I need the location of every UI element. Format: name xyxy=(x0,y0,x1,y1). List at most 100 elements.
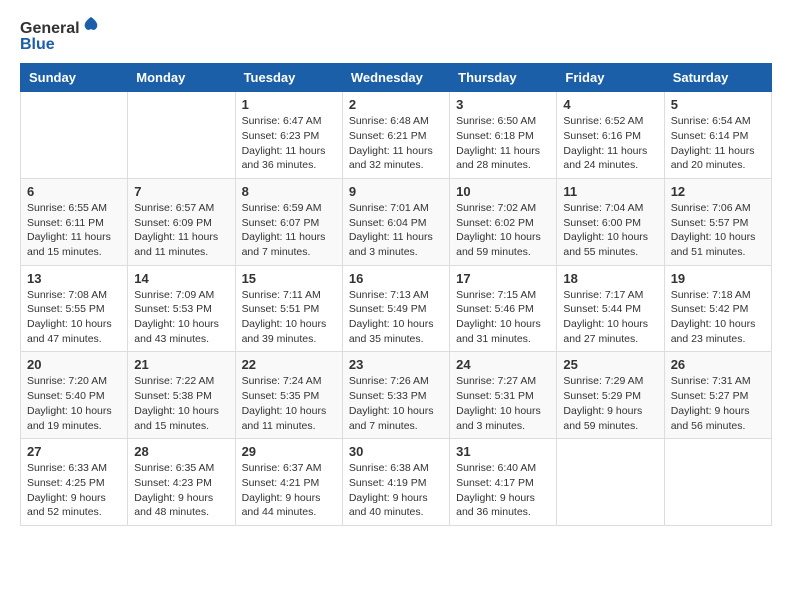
day-details: Sunrise: 6:50 AM Sunset: 6:18 PM Dayligh… xyxy=(456,114,550,173)
day-details: Sunrise: 7:04 AM Sunset: 6:00 PM Dayligh… xyxy=(563,201,657,260)
day-details: Sunrise: 6:59 AM Sunset: 6:07 PM Dayligh… xyxy=(242,201,336,260)
calendar-cell: 13 Sunrise: 7:08 AM Sunset: 5:55 PM Dayli… xyxy=(21,265,128,352)
day-number: 17 xyxy=(456,271,550,286)
day-number: 24 xyxy=(456,357,550,372)
calendar-cell: 8 Sunrise: 6:59 AM Sunset: 6:07 PM Daylig… xyxy=(235,178,342,265)
day-details: Sunrise: 7:09 AM Sunset: 5:53 PM Dayligh… xyxy=(134,288,228,347)
calendar-cell: 14 Sunrise: 7:09 AM Sunset: 5:53 PM Dayli… xyxy=(128,265,235,352)
calendar-cell: 27 Sunrise: 6:33 AM Sunset: 4:25 PM Dayli… xyxy=(21,439,128,526)
calendar-cell: 22 Sunrise: 7:24 AM Sunset: 5:35 PM Dayli… xyxy=(235,352,342,439)
day-number: 15 xyxy=(242,271,336,286)
calendar-cell: 30Sunrise: 6:38 AM Sunset: 4:19 PM Dayli… xyxy=(342,439,449,526)
calendar-cell: 6Sunrise: 6:55 AM Sunset: 6:11 PM Daylig… xyxy=(21,178,128,265)
calendar-cell: 21Sunrise: 7:22 AM Sunset: 5:38 PM Dayli… xyxy=(128,352,235,439)
calendar-cell: 3 Sunrise: 6:50 AM Sunset: 6:18 PM Daylig… xyxy=(450,92,557,179)
day-number: 1 xyxy=(242,97,336,112)
calendar-cell: 7 Sunrise: 6:57 AM Sunset: 6:09 PM Daylig… xyxy=(128,178,235,265)
calendar-cell: 24 Sunrise: 7:27 AM Sunset: 5:31 PM Dayli… xyxy=(450,352,557,439)
weekday-header-row: SundayMondayTuesdayWednesdayThursdayFrid… xyxy=(21,64,772,92)
calendar-cell: 16 Sunrise: 7:13 AM Sunset: 5:49 PM Dayli… xyxy=(342,265,449,352)
day-number: 10 xyxy=(456,184,550,199)
calendar-cell: 2 Sunrise: 6:48 AM Sunset: 6:21 PM Daylig… xyxy=(342,92,449,179)
day-details: Sunrise: 6:54 AM Sunset: 6:14 PM Dayligh… xyxy=(671,114,765,173)
weekday-header-tuesday: Tuesday xyxy=(235,64,342,92)
day-details: Sunrise: 6:33 AM Sunset: 4:25 PM Dayligh… xyxy=(27,461,121,520)
day-details: Sunrise: 7:29 AM Sunset: 5:29 PM Dayligh… xyxy=(563,374,657,433)
day-number: 14 xyxy=(134,271,228,286)
day-details: Sunrise: 7:15 AM Sunset: 5:46 PM Dayligh… xyxy=(456,288,550,347)
day-number: 31 xyxy=(456,444,550,459)
calendar-cell: 4 Sunrise: 6:52 AM Sunset: 6:16 PM Daylig… xyxy=(557,92,664,179)
day-details: Sunrise: 6:47 AM Sunset: 6:23 PM Dayligh… xyxy=(242,114,336,173)
day-details: Sunrise: 7:08 AM Sunset: 5:55 PM Dayligh… xyxy=(27,288,121,347)
calendar-cell: 18 Sunrise: 7:17 AM Sunset: 5:44 PM Dayli… xyxy=(557,265,664,352)
day-details: Sunrise: 7:06 AM Sunset: 5:57 PM Dayligh… xyxy=(671,201,765,260)
calendar-cell xyxy=(557,439,664,526)
day-number: 3 xyxy=(456,97,550,112)
day-details: Sunrise: 7:27 AM Sunset: 5:31 PM Dayligh… xyxy=(456,374,550,433)
day-number: 20 xyxy=(27,357,121,372)
calendar-cell xyxy=(21,92,128,179)
day-number: 8 xyxy=(242,184,336,199)
logo-bird-icon xyxy=(82,16,100,34)
day-number: 13 xyxy=(27,271,121,286)
calendar-cell xyxy=(128,92,235,179)
day-details: Sunrise: 7:17 AM Sunset: 5:44 PM Dayligh… xyxy=(563,288,657,347)
logo: General Blue xyxy=(20,20,100,53)
day-details: Sunrise: 6:57 AM Sunset: 6:09 PM Dayligh… xyxy=(134,201,228,260)
calendar-week-5: 27 Sunrise: 6:33 AM Sunset: 4:25 PM Dayli… xyxy=(21,439,772,526)
calendar-table: SundayMondayTuesdayWednesdayThursdayFrid… xyxy=(20,63,772,526)
day-number: 6 xyxy=(27,184,121,199)
day-details: Sunrise: 6:52 AM Sunset: 6:16 PM Dayligh… xyxy=(563,114,657,173)
calendar-cell: 5 Sunrise: 6:54 AM Sunset: 6:14 PM Daylig… xyxy=(664,92,771,179)
calendar-week-3: 13 Sunrise: 7:08 AM Sunset: 5:55 PM Dayli… xyxy=(21,265,772,352)
day-details: Sunrise: 7:13 AM Sunset: 5:49 PM Dayligh… xyxy=(349,288,443,347)
day-details: Sunrise: 7:31 AM Sunset: 5:27 PM Dayligh… xyxy=(671,374,765,433)
day-details: Sunrise: 7:02 AM Sunset: 6:02 PM Dayligh… xyxy=(456,201,550,260)
day-number: 7 xyxy=(134,184,228,199)
day-details: Sunrise: 7:11 AM Sunset: 5:51 PM Dayligh… xyxy=(242,288,336,347)
day-number: 28 xyxy=(134,444,228,459)
day-number: 5 xyxy=(671,97,765,112)
day-details: Sunrise: 7:24 AM Sunset: 5:35 PM Dayligh… xyxy=(242,374,336,433)
day-details: Sunrise: 6:48 AM Sunset: 6:21 PM Dayligh… xyxy=(349,114,443,173)
calendar-week-2: 6Sunrise: 6:55 AM Sunset: 6:11 PM Daylig… xyxy=(21,178,772,265)
weekday-header-sunday: Sunday xyxy=(21,64,128,92)
day-number: 16 xyxy=(349,271,443,286)
calendar-cell: 28 Sunrise: 6:35 AM Sunset: 4:23 PM Dayli… xyxy=(128,439,235,526)
day-details: Sunrise: 6:35 AM Sunset: 4:23 PM Dayligh… xyxy=(134,461,228,520)
day-number: 27 xyxy=(27,444,121,459)
weekday-header-saturday: Saturday xyxy=(664,64,771,92)
day-details: Sunrise: 6:37 AM Sunset: 4:21 PM Dayligh… xyxy=(242,461,336,520)
weekday-header-monday: Monday xyxy=(128,64,235,92)
day-number: 2 xyxy=(349,97,443,112)
calendar-cell xyxy=(664,439,771,526)
weekday-header-friday: Friday xyxy=(557,64,664,92)
day-number: 25 xyxy=(563,357,657,372)
calendar-cell: 12Sunrise: 7:06 AM Sunset: 5:57 PM Dayli… xyxy=(664,178,771,265)
header: General Blue xyxy=(20,20,772,53)
calendar-cell: 29 Sunrise: 6:37 AM Sunset: 4:21 PM Dayli… xyxy=(235,439,342,526)
day-number: 29 xyxy=(242,444,336,459)
calendar-cell: 9Sunrise: 7:01 AM Sunset: 6:04 PM Daylig… xyxy=(342,178,449,265)
weekday-header-thursday: Thursday xyxy=(450,64,557,92)
logo-blue-text: Blue xyxy=(20,36,55,54)
day-number: 9 xyxy=(349,184,443,199)
calendar-week-1: 1 Sunrise: 6:47 AM Sunset: 6:23 PM Daylig… xyxy=(21,92,772,179)
calendar-cell: 19 Sunrise: 7:18 AM Sunset: 5:42 PM Dayli… xyxy=(664,265,771,352)
day-number: 18 xyxy=(563,271,657,286)
day-number: 19 xyxy=(671,271,765,286)
day-number: 11 xyxy=(563,184,657,199)
calendar-week-4: 20Sunrise: 7:20 AM Sunset: 5:40 PM Dayli… xyxy=(21,352,772,439)
calendar-cell: 15 Sunrise: 7:11 AM Sunset: 5:51 PM Dayli… xyxy=(235,265,342,352)
calendar-cell: 23Sunrise: 7:26 AM Sunset: 5:33 PM Dayli… xyxy=(342,352,449,439)
weekday-header-wednesday: Wednesday xyxy=(342,64,449,92)
day-number: 30 xyxy=(349,444,443,459)
day-number: 22 xyxy=(242,357,336,372)
day-details: Sunrise: 7:18 AM Sunset: 5:42 PM Dayligh… xyxy=(671,288,765,347)
day-number: 4 xyxy=(563,97,657,112)
calendar-cell: 17 Sunrise: 7:15 AM Sunset: 5:46 PM Dayli… xyxy=(450,265,557,352)
calendar-cell: 11 Sunrise: 7:04 AM Sunset: 6:00 PM Dayli… xyxy=(557,178,664,265)
calendar-cell: 10 Sunrise: 7:02 AM Sunset: 6:02 PM Dayli… xyxy=(450,178,557,265)
day-details: Sunrise: 7:26 AM Sunset: 5:33 PM Dayligh… xyxy=(349,374,443,433)
